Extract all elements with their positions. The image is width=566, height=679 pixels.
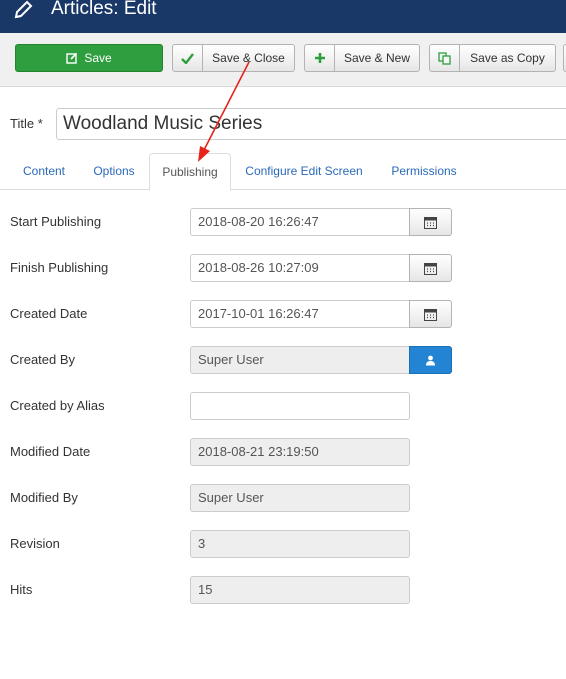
- toolbar: Save Save & Close Save & New Save as Cop…: [0, 33, 566, 87]
- created-by-alias-input[interactable]: [190, 392, 410, 420]
- hits-field: 15: [190, 576, 410, 604]
- copy-icon: [430, 45, 460, 71]
- start-publishing-calendar-button[interactable]: [409, 208, 452, 236]
- tab-configure-edit-screen[interactable]: Configure Edit Screen: [236, 153, 372, 190]
- modified-date-field: 2018-08-21 23:19:50: [190, 438, 410, 466]
- created-by-field: Super User: [190, 346, 410, 374]
- finish-publishing-label: Finish Publishing: [10, 260, 109, 275]
- finish-publishing-calendar-button[interactable]: [409, 254, 452, 282]
- tab-publishing[interactable]: Publishing: [149, 153, 231, 191]
- plus-icon: [305, 45, 335, 71]
- page-header: Articles: Edit: [0, 0, 566, 33]
- revision-field: 3: [190, 530, 410, 558]
- save-copy-label: Save as Copy: [470, 51, 545, 65]
- created-by-label: Created By: [10, 352, 76, 367]
- select-user-button[interactable]: [409, 346, 452, 374]
- page-title: Articles: Edit: [51, 0, 157, 19]
- tab-content[interactable]: Content: [9, 153, 79, 190]
- finish-publishing-input[interactable]: 2018-08-26 10:27:09: [190, 254, 410, 282]
- save-close-button[interactable]: Save & Close: [172, 44, 295, 72]
- pencil-icon: [14, 0, 33, 19]
- revision-label: Revision: [10, 536, 60, 551]
- title-label: Title *: [10, 116, 43, 131]
- check-icon: [173, 45, 203, 71]
- tab-bar: Content Options Publishing Configure Edi…: [0, 153, 566, 191]
- modified-by-label: Modified By: [10, 490, 78, 505]
- save-close-label: Save & Close: [212, 51, 285, 65]
- title-input[interactable]: Woodland Music Series: [56, 108, 566, 140]
- modified-date-label: Modified Date: [10, 444, 91, 459]
- save-button[interactable]: Save: [15, 44, 163, 72]
- save-new-label: Save & New: [343, 51, 411, 65]
- save-label: Save: [84, 51, 112, 65]
- calendar-icon: [424, 262, 437, 275]
- tab-options[interactable]: Options: [82, 153, 146, 190]
- save-copy-button[interactable]: Save as Copy: [429, 44, 556, 72]
- calendar-icon: [424, 308, 437, 321]
- edit-icon: [66, 52, 78, 64]
- save-new-button[interactable]: Save & New: [304, 44, 420, 72]
- user-icon: [426, 355, 435, 365]
- tab-permissions[interactable]: Permissions: [380, 153, 468, 190]
- calendar-icon: [424, 216, 437, 229]
- start-publishing-input[interactable]: 2018-08-20 16:26:47: [190, 208, 410, 236]
- created-by-alias-label: Created by Alias: [10, 398, 105, 413]
- created-date-label: Created Date: [10, 306, 88, 321]
- created-date-calendar-button[interactable]: [409, 300, 452, 328]
- created-date-input[interactable]: 2017-10-01 16:26:47: [190, 300, 410, 328]
- modified-by-field: Super User: [190, 484, 410, 512]
- hits-label: Hits: [10, 582, 33, 597]
- start-publishing-label: Start Publishing: [10, 214, 102, 229]
